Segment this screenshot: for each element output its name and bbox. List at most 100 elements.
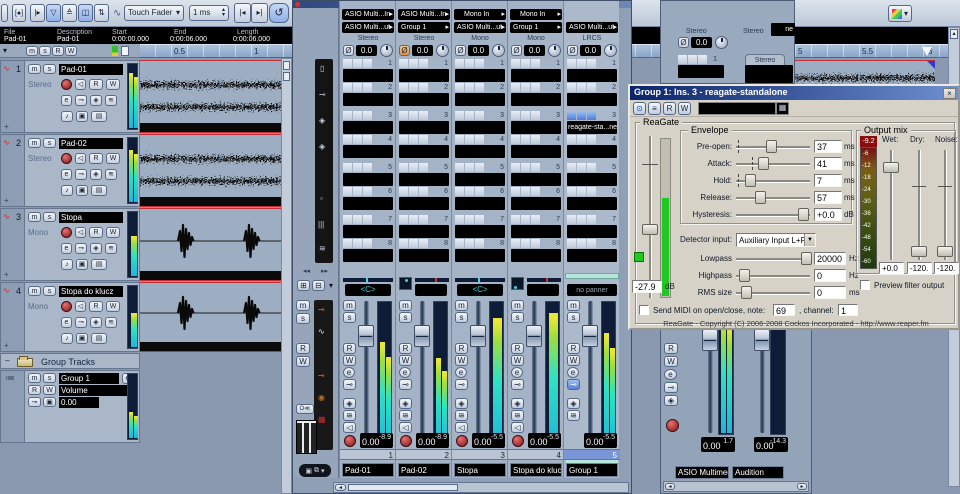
eq-view-icon[interactable]: ◈ (319, 117, 325, 125)
insert-slot-controls[interactable]: 1 (678, 55, 718, 64)
write-button[interactable]: W (43, 385, 56, 395)
lanes-button[interactable]: ▤ (91, 259, 107, 270)
channel-view-options[interactable]: ▣ ⧉ ▾ (299, 464, 331, 477)
insert-slot[interactable] (567, 249, 617, 262)
midi-checkbox[interactable] (639, 305, 649, 315)
phase-button[interactable]: Ø (511, 45, 522, 56)
monitor-button[interactable]: ◁ (75, 153, 86, 164)
insert-slot-controls[interactable]: 4 (511, 135, 561, 144)
lanes-button[interactable]: ▤ (91, 333, 107, 344)
insert-slot-controls[interactable]: 2 (567, 83, 617, 92)
write-button[interactable]: W (106, 153, 120, 164)
preview-checkbox[interactable] (860, 280, 870, 290)
insert-slot[interactable] (511, 93, 561, 106)
sends-bypass-button[interactable]: ≋ (567, 410, 580, 421)
insert-slot-controls[interactable]: 4 (567, 135, 617, 144)
edit-channel-button[interactable]: e (664, 369, 677, 380)
eq-bypass-button[interactable]: ◈ (567, 398, 580, 409)
attack-slider[interactable] (736, 157, 810, 170)
event-end-handle[interactable] (927, 61, 935, 69)
scroll-up-button[interactable]: ▴ (950, 29, 958, 39)
inserts-bypass-button-active[interactable]: ⊸ (567, 379, 580, 390)
level-display[interactable]: -8.9 0.00 (360, 433, 393, 448)
track-name[interactable]: Stopa do klucz (59, 286, 123, 297)
surround-panner[interactable] (511, 277, 524, 290)
insert-slot-controls[interactable]: 3 (343, 111, 393, 120)
record-arm-button[interactable] (61, 227, 72, 238)
mute-button[interactable]: m (343, 300, 356, 311)
channel-fader[interactable] (702, 329, 718, 351)
inserts-bypass-button[interactable]: ⊸ (399, 379, 412, 390)
knob-state-icon[interactable]: ◉ (318, 394, 325, 402)
scroll-left-button[interactable]: ◂ (335, 484, 346, 491)
insert-slot-controls[interactable]: 1 (455, 59, 505, 68)
solo-button[interactable]: s (343, 312, 356, 323)
write-button[interactable]: W (106, 301, 120, 312)
scroll-left-button[interactable]: ◂ (665, 483, 675, 490)
threshold-value[interactable]: -27.9 (632, 280, 662, 293)
channel-fader[interactable] (358, 325, 374, 347)
input-gain-display[interactable]: 0.0 (691, 37, 712, 48)
scroll-channels-left-icon[interactable]: ◂◂ (303, 268, 310, 275)
midi-channel-value[interactable]: 1 (838, 304, 858, 316)
record-arm-button[interactable] (61, 301, 72, 312)
insert-slot[interactable] (567, 197, 617, 210)
expand-icon[interactable]: + (4, 271, 9, 279)
mute-button[interactable]: m (28, 64, 41, 74)
inserts-bypass-button[interactable]: ⊸ (75, 317, 87, 328)
edit-channel-button[interactable]: e (61, 243, 72, 254)
tool-2-button[interactable]: ▽ (46, 4, 61, 22)
timebase-button[interactable]: ♪ (61, 185, 73, 196)
insert-slot[interactable] (399, 93, 449, 106)
reset-mixer-button[interactable]: O≪ (296, 404, 314, 414)
hysteresis-value[interactable]: +0.0 (814, 208, 842, 221)
track-name[interactable]: Pad-02 (59, 138, 123, 149)
channel-fader[interactable] (754, 329, 770, 351)
go-to-start-button[interactable]: |◂ (234, 3, 251, 23)
tool-5-button[interactable]: ⇅ (94, 4, 109, 22)
monitor-button[interactable]: ◁ (75, 79, 86, 90)
insert-slot-controls[interactable]: 5 (511, 163, 561, 172)
output-routing[interactable]: ASIO Multi...ut ▸ (342, 22, 394, 33)
mute-button[interactable]: m (511, 300, 524, 311)
input-gain-knob[interactable] (436, 44, 449, 57)
info-length-value[interactable]: 0:00:06.000 (233, 36, 270, 43)
insert-slot-controls[interactable]: 5 (343, 163, 393, 172)
insert-slot[interactable] (343, 69, 393, 82)
insert-slot-controls[interactable]: 5 (455, 163, 505, 172)
meters-view-icon[interactable]: ||| (318, 221, 324, 229)
insert-slot[interactable] (455, 197, 505, 210)
preopen-slider[interactable] (736, 140, 810, 153)
channel-fader[interactable] (526, 325, 542, 347)
channel-name[interactable]: ASIO Multimed (675, 466, 729, 479)
level-display[interactable]: -8.9 0.00 (416, 433, 449, 448)
sends-bypass-button[interactable]: ≋ (399, 410, 412, 421)
insert-slot[interactable] (455, 69, 505, 82)
scroll-channels-right-icon[interactable]: ▸▸ (321, 268, 328, 275)
insert-slot-controls[interactable]: 4 (343, 135, 393, 144)
playhead-marker[interactable] (922, 47, 932, 56)
phase-button[interactable]: Ø (343, 45, 354, 56)
lock-button[interactable]: ▣ (76, 185, 88, 196)
insert-slot-controls[interactable]: 2 (399, 83, 449, 92)
insert-slot[interactable] (343, 145, 393, 158)
automation-value[interactable]: 0.00 (59, 397, 99, 408)
insert-slot[interactable] (455, 249, 505, 262)
dry-fader[interactable] (911, 246, 927, 257)
sends-bypass-button[interactable]: ≋ (105, 95, 117, 106)
inserts-bypass-button[interactable]: ⊸ (664, 382, 678, 393)
insert-slot[interactable] (567, 93, 617, 106)
phase-button[interactable]: Ø (455, 45, 466, 56)
input-gain-display[interactable]: 0.0 (580, 45, 601, 56)
insert-label-fragment[interactable]: ne (771, 23, 795, 36)
marker-box[interactable] (121, 46, 129, 56)
insert-slot[interactable] (567, 225, 617, 238)
read-button[interactable]: R (89, 79, 103, 90)
level-display[interactable]: -14.3 0.00 (754, 437, 788, 452)
group-track-row[interactable]: ≔ m s Group 1 e R W Volume ⊸ ▣ 0.00 (0, 370, 140, 443)
tool-4-button[interactable]: ◫ (78, 4, 93, 22)
inserts-view-icon[interactable]: ⊸ (319, 91, 326, 99)
lock-button[interactable]: ▣ (43, 397, 56, 407)
channel-fader[interactable] (470, 325, 486, 347)
channel-name[interactable]: Stopa (454, 463, 506, 477)
